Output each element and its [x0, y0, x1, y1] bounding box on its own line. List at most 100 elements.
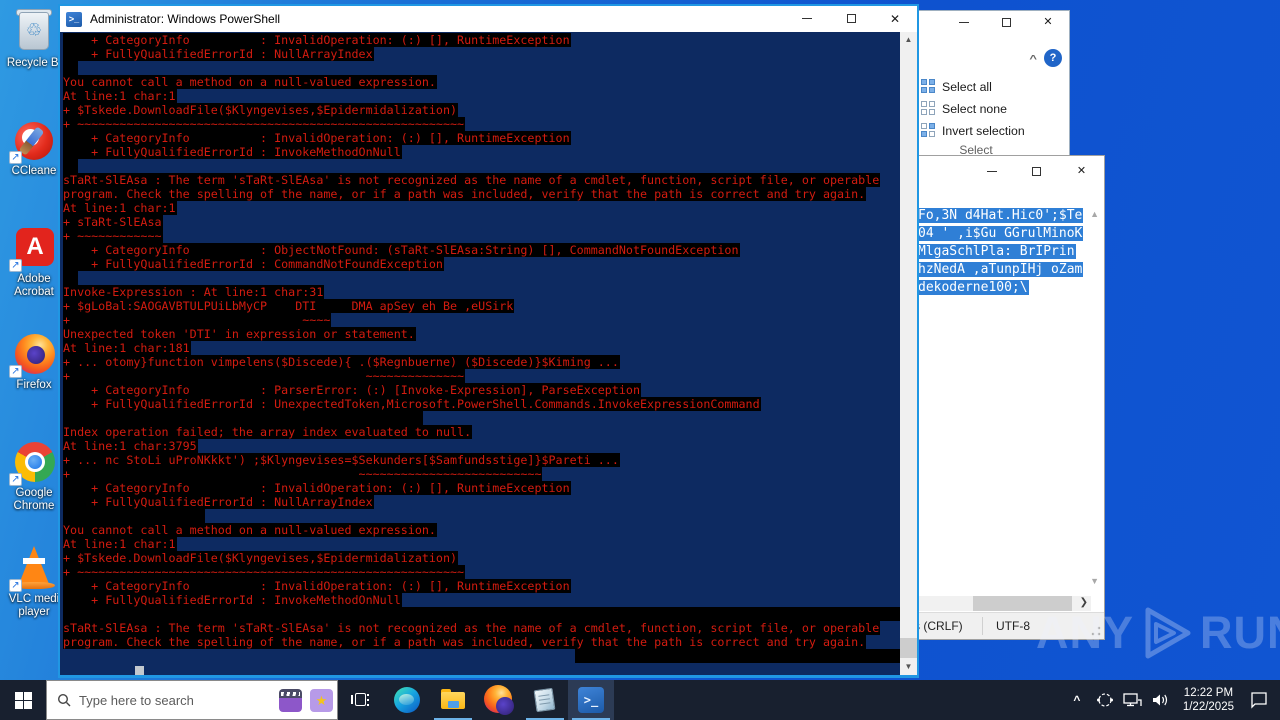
- chrome-icon: ↗: [9, 438, 57, 486]
- invert-selection-button[interactable]: Invert selection: [921, 123, 1025, 138]
- task-view-button[interactable]: [338, 680, 384, 720]
- desktop-icon-firefox[interactable]: ↗ Firefox: [2, 330, 66, 392]
- network-icon[interactable]: [1121, 680, 1145, 720]
- console-line: [63, 61, 900, 75]
- scroll-down-icon[interactable]: ▼: [1090, 576, 1099, 586]
- notepad-text-area[interactable]: Fo,3N d4Hat.Hic0';$Te 04 ' ,i$Gu GGrulMin…: [917, 207, 1084, 297]
- console-line: + $Tskede.DownloadFile($Klyngevises,$Epi…: [63, 103, 459, 117]
- taskbar-item-file-explorer[interactable]: [430, 680, 476, 720]
- collapse-ribbon-icon[interactable]: ^: [1029, 53, 1037, 65]
- show-hidden-icons-chevron[interactable]: ^: [1065, 680, 1089, 720]
- console-line: + sTaRt-SlEAsa: [63, 215, 163, 229]
- shortcut-arrow-icon: ↗: [9, 473, 22, 486]
- firefox-icon: ↗: [9, 330, 57, 378]
- agent-orbit-icon[interactable]: [1093, 680, 1117, 720]
- select-all-icon: [921, 79, 936, 94]
- taskbar-clock[interactable]: 12:22 PM 1/22/2025: [1177, 686, 1240, 714]
- scroll-up-icon[interactable]: ▲: [1090, 209, 1099, 219]
- scroll-down-icon[interactable]: ▼: [900, 659, 917, 675]
- notepad-window: ✕ Fo,3N d4Hat.Hic0';$Te 04 ' ,i$Gu GGrulM…: [905, 155, 1105, 640]
- console-line: + FullyQualifiedErrorId : NullArrayIndex: [63, 495, 374, 509]
- notepad-icon: [532, 687, 558, 713]
- notepad-line: MlgaSchlPla: BrIPrin: [917, 244, 1076, 259]
- console-line: + $Tskede.DownloadFile($Klyngevises,$Epi…: [63, 551, 459, 565]
- search-icon: [57, 693, 71, 707]
- invert-selection-label: Invert selection: [942, 123, 1025, 138]
- search-box[interactable]: Type here to search ★: [46, 680, 338, 720]
- windows-logo-icon: [14, 691, 32, 709]
- powershell-console[interactable]: + CategoryInfo : InvalidOperation: (:) […: [60, 32, 900, 675]
- watermark-text-run: RUN: [1200, 607, 1280, 658]
- taskbar-item-firefox[interactable]: [476, 680, 522, 720]
- icon-label: Recycle Bi: [6, 57, 62, 69]
- console-line: You cannot call a method on a null-value…: [63, 75, 437, 89]
- console-line: + ~~~~~~~~~~~~~~~~~~~~~~~~~~: [63, 467, 543, 481]
- help-icon[interactable]: ?: [1044, 49, 1062, 67]
- console-line: Unexpected token 'DTI' in expression or …: [63, 327, 416, 341]
- search-highlight-movie-icon[interactable]: [279, 688, 302, 712]
- close-button[interactable]: ✕: [873, 6, 917, 32]
- close-button[interactable]: ✕: [1027, 11, 1069, 33]
- icon-label: Adobe: [17, 273, 51, 285]
- search-highlight-app-icon[interactable]: ★: [310, 688, 333, 712]
- console-line: + ~~~~~~~~~~~~: [63, 229, 163, 243]
- minimize-button[interactable]: [943, 11, 985, 33]
- console-line: + CategoryInfo : ObjectNotFound: (sTaRt-…: [63, 243, 740, 257]
- maximize-button[interactable]: [1014, 158, 1059, 184]
- console-line: [63, 509, 900, 523]
- scroll-up-icon[interactable]: ▲: [900, 32, 917, 48]
- console-line: + FullyQualifiedErrorId : NullArrayIndex: [63, 47, 374, 61]
- scrollbar-thumb[interactable]: [900, 638, 917, 658]
- firefox-icon: [484, 685, 514, 715]
- taskbar-item-notepad[interactable]: [522, 680, 568, 720]
- console-line: At line:1 char:3795: [63, 439, 198, 453]
- taskbar-item-powershell[interactable]: >_: [568, 680, 614, 720]
- icon-label: Firefox: [16, 379, 52, 391]
- desktop-icon-adobe-acrobat[interactable]: A ↗ Adobe Acrobat: [2, 224, 66, 299]
- console-line: + ~~~~: [63, 313, 332, 327]
- shortcut-arrow-icon: ↗: [9, 259, 22, 272]
- console-line: sTaRt-SlEAsa : The term 'sTaRt-SlEAsa' i…: [63, 173, 881, 187]
- desktop-icon-vlc[interactable]: ↗ VLC medi player: [2, 544, 66, 619]
- console-line: Invoke-Expression : At line:1 char:31: [63, 285, 325, 299]
- encoding-indicator: UTF-8: [996, 619, 1030, 633]
- desktop-icon-recycle-bin[interactable]: ♲ Recycle Bi: [2, 8, 66, 70]
- vertical-scrollbar[interactable]: ▲ ▼: [900, 32, 917, 675]
- search-placeholder: Type here to search: [79, 692, 194, 708]
- desktop-icon-ccleaner[interactable]: ↗ CCleane: [2, 116, 66, 178]
- desktop-icon-google-chrome[interactable]: ↗ Google Chrome: [2, 438, 66, 513]
- select-none-label: Select none: [942, 101, 1007, 116]
- taskbar-item-edge[interactable]: [384, 680, 430, 720]
- volume-icon[interactable]: [1149, 680, 1173, 720]
- console-line: + ... otomy}function vimpelens($Discede)…: [63, 355, 620, 369]
- watermark-text-any: ANY: [1036, 607, 1135, 658]
- start-button[interactable]: [0, 680, 46, 720]
- close-button[interactable]: ✕: [1059, 158, 1104, 184]
- icon-label: VLC medi: [8, 593, 60, 605]
- select-none-button[interactable]: Select none: [921, 101, 1007, 116]
- select-all-button[interactable]: Select all: [921, 79, 992, 94]
- notepad-line: 04 ' ,i$Gu GGrulMinoK: [917, 226, 1084, 241]
- adobe-acrobat-icon: A ↗: [9, 224, 57, 272]
- file-explorer-icon: [440, 687, 466, 713]
- icon-label: CCleane: [11, 165, 57, 177]
- icon-label: Chrome: [13, 500, 55, 512]
- eol-indicator: s (CRLF): [914, 619, 963, 633]
- vlc-icon: ↗: [9, 544, 57, 592]
- console-line: program. Check the spelling of the name,…: [63, 635, 867, 649]
- select-none-icon: [921, 101, 936, 116]
- maximize-button[interactable]: [829, 6, 873, 32]
- powershell-titlebar[interactable]: >_ Administrator: Windows PowerShell ✕: [60, 6, 917, 32]
- console-line: [63, 411, 900, 425]
- clock-time: 12:22 PM: [1183, 687, 1234, 699]
- anyrun-watermark: ANY RUN: [1036, 604, 1280, 662]
- console-line: sTaRt-SlEAsa : The term 'sTaRt-SlEAsa' i…: [63, 621, 881, 635]
- notepad-line: hzNedA ,aTunpIHj oZam: [917, 262, 1084, 277]
- action-center-icon[interactable]: [1244, 680, 1274, 720]
- console-line: + ... nc StoLi uProNKkkt') ;$Klyngevises…: [63, 453, 620, 467]
- shortcut-arrow-icon: ↗: [9, 365, 22, 378]
- invert-selection-icon: [921, 123, 936, 138]
- minimize-button[interactable]: [969, 158, 1014, 184]
- maximize-button[interactable]: [985, 11, 1027, 33]
- minimize-button[interactable]: [785, 6, 829, 32]
